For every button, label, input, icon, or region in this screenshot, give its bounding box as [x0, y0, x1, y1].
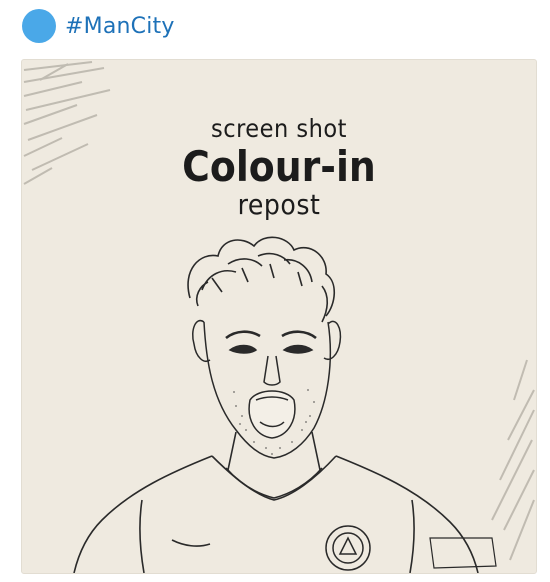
- poster-line-repost: repost: [237, 188, 321, 221]
- hashtag-link[interactable]: #ManCity: [65, 14, 175, 39]
- avatar[interactable]: [22, 9, 56, 43]
- poster-line-screen-shot: screen shot: [211, 114, 347, 143]
- post-header: #ManCity: [22, 8, 175, 44]
- poster-line-colour-in: Colour-in: [182, 142, 376, 191]
- post-image[interactable]: screen shot Colour-in repost: [21, 59, 537, 574]
- club-crest-icon: [325, 525, 371, 571]
